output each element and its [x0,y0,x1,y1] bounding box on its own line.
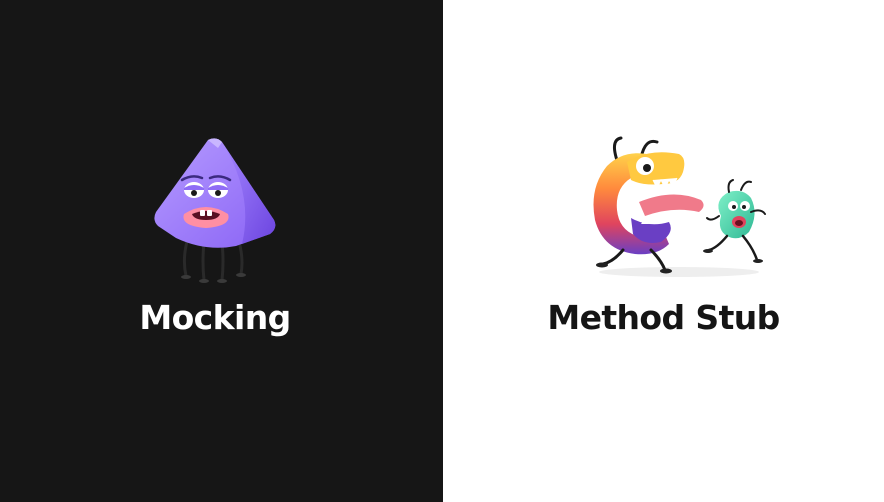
sad-purple-pyramid-character-icon [154,138,276,283]
comparison-stage: Mocking Method Stub [0,0,884,502]
chasing-monster-characters-icon [593,136,766,277]
mocking-panel: Mocking [0,0,443,502]
mocking-label: Mocking [139,298,291,337]
method-stub-panel: Method Stub [443,0,884,502]
method-stub-label: Method Stub [547,298,780,337]
